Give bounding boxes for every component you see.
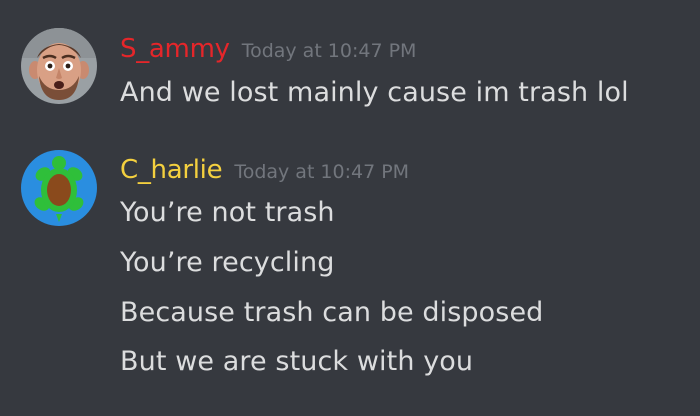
timestamp[interactable]: Today at 10:47 PM: [234, 161, 409, 183]
avatar[interactable]: [21, 28, 97, 104]
message-text: You’re recycling: [120, 247, 335, 278]
message-text: You’re not trash: [120, 197, 335, 228]
message-text: And we lost mainly cause im trash lol: [120, 77, 629, 108]
username[interactable]: C_harlie: [120, 155, 223, 185]
timestamp[interactable]: Today at 10:47 PM: [242, 40, 417, 62]
man-face-avatar-icon: [21, 28, 97, 104]
message-header: C_harlie Today at 10:47 PM: [120, 155, 409, 185]
username[interactable]: S_ammy: [120, 34, 230, 64]
turtle-avatar-icon: [21, 150, 97, 226]
message-text: But we are stuck with you: [120, 346, 474, 377]
chat-messages: S_ammy Today at 10:47 PM And we lost main…: [0, 0, 700, 416]
avatar[interactable]: [21, 150, 97, 226]
message-text: Because trash can be disposed: [120, 297, 544, 328]
message-header: S_ammy Today at 10:47 PM: [120, 34, 416, 64]
